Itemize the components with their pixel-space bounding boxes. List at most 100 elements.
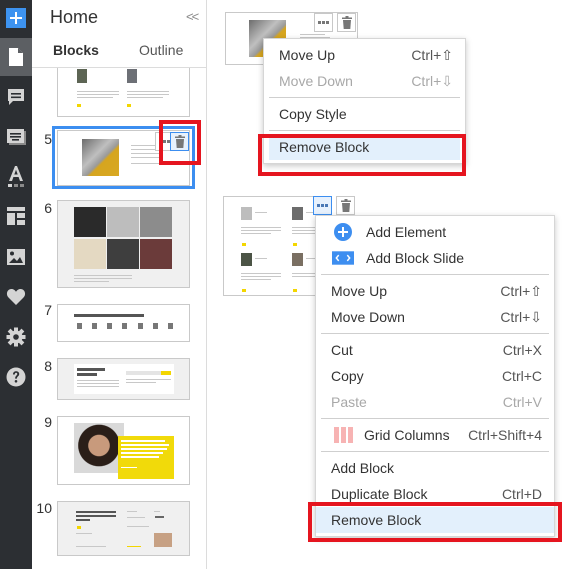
subscribe-button <box>161 371 171 375</box>
layout-icon <box>7 207 25 225</box>
menu-divider <box>321 451 549 452</box>
block-delete-button[interactable] <box>170 132 189 151</box>
team-photo <box>127 69 137 83</box>
block-thumbnail-team[interactable] <box>57 68 190 117</box>
menu-item-move-down[interactable]: Move Down Ctrl+⇩ <box>316 304 554 330</box>
menu-divider <box>269 97 460 98</box>
typography-icon <box>8 166 24 187</box>
block-number: 8 <box>44 358 52 374</box>
menu-item-duplicate-block[interactable]: Duplicate Block Ctrl+D <box>316 481 554 507</box>
shortcut: Ctrl+X <box>502 342 542 358</box>
gallery-image <box>140 207 172 237</box>
help-button[interactable] <box>0 358 32 396</box>
editor-app: Home << Blocks Outline 5 6 7 8 9 10 Move… <box>0 0 576 569</box>
block-thumbnail-subscribe[interactable] <box>57 358 190 400</box>
block-thumbnail-gallery[interactable] <box>57 200 190 288</box>
quote-box <box>118 436 174 479</box>
block-thumbnail-footer[interactable] <box>57 501 190 556</box>
page-title: Home <box>50 7 99 27</box>
layout-button[interactable] <box>0 197 32 235</box>
gallery-image <box>140 239 172 269</box>
more-icon <box>159 140 170 143</box>
menu-divider <box>321 418 549 419</box>
comment-icon <box>8 89 24 105</box>
menu-item-move-up[interactable]: Move Up Ctrl+⇧ <box>264 42 465 68</box>
menu-item-remove-block[interactable]: Remove Block <box>316 507 554 533</box>
menu-item-move-up[interactable]: Move Up Ctrl+⇧ <box>316 278 554 304</box>
heart-icon <box>6 289 26 305</box>
shortcut: Ctrl+⇧ <box>411 46 453 63</box>
quote-photo <box>74 423 124 473</box>
trash-icon <box>340 199 351 212</box>
menu-item-copy[interactable]: Copy Ctrl+C <box>316 363 554 389</box>
block-more-button[interactable] <box>314 13 333 32</box>
text-blocks-button[interactable] <box>0 118 32 156</box>
images-button[interactable] <box>0 238 32 276</box>
shortcut: Ctrl+C <box>501 368 542 384</box>
trash-icon <box>174 135 185 148</box>
team-photo <box>241 207 252 220</box>
menu-item-copy-style[interactable]: Copy Style <box>264 101 465 127</box>
tab-outline[interactable]: Outline <box>139 42 183 58</box>
social-icons <box>155 516 164 518</box>
shortcut: Ctrl+D <box>501 486 542 502</box>
gallery-image <box>107 239 139 269</box>
shortcut: Ctrl+⇩ <box>500 308 542 325</box>
block-delete-button[interactable] <box>336 196 355 215</box>
block-thumbnail-quote[interactable] <box>57 416 190 485</box>
menu-item-grid-columns[interactable]: Grid Columns Ctrl+Shift+4 <box>316 422 554 448</box>
twitter-icon <box>293 289 297 292</box>
menu-item-add-block-slide[interactable]: Add Block Slide <box>316 245 554 271</box>
menu-divider <box>321 333 549 334</box>
menu-item-add-element[interactable]: Add Element <box>316 219 554 245</box>
more-icon <box>317 204 328 207</box>
gallery-image <box>74 207 106 237</box>
plus-icon <box>10 12 22 24</box>
menu-divider <box>321 274 549 275</box>
menu-item-cut[interactable]: Cut Ctrl+X <box>316 337 554 363</box>
page-icon <box>9 48 23 66</box>
menu-item-remove-block[interactable]: Remove Block <box>269 134 460 160</box>
gallery-image <box>107 207 139 237</box>
help-icon <box>6 367 26 387</box>
canvas-block-team[interactable] <box>223 196 323 296</box>
clients-heading <box>74 314 144 317</box>
menu-item-move-down: Move Down Ctrl+⇩ <box>279 72 453 90</box>
block-delete-button[interactable] <box>337 13 356 32</box>
shortcut: Ctrl+⇩ <box>411 72 453 89</box>
collapse-panel-button[interactable]: << <box>186 9 199 24</box>
comments-button[interactable] <box>0 78 32 116</box>
favorites-button[interactable] <box>0 278 32 316</box>
grid-columns-icon <box>333 426 355 444</box>
shortcut: Ctrl+⇧ <box>500 282 542 299</box>
block-number: 9 <box>44 414 52 430</box>
block-more-button-active[interactable] <box>313 196 332 215</box>
menu-item-add-block[interactable]: Add Block <box>316 455 554 481</box>
settings-button[interactable] <box>0 318 32 356</box>
tab-blocks[interactable]: Blocks <box>53 42 99 58</box>
text-block-icon <box>7 129 26 145</box>
slider-arrows-icon <box>332 249 354 267</box>
email-field <box>126 371 162 375</box>
image-icon <box>7 249 25 265</box>
block-context-menu: Add Element Add Block Slide Move Up Ctrl… <box>315 215 555 537</box>
block-context-menu-small: Move Up Ctrl+⇧ Move Down Ctrl+⇩ Copy Sty… <box>263 38 466 164</box>
pages-button[interactable] <box>0 38 32 76</box>
footer-photo <box>154 533 172 547</box>
team-photo <box>292 207 303 220</box>
add-button[interactable] <box>6 8 26 28</box>
shortcut: Ctrl+Shift+4 <box>468 427 542 443</box>
menu-divider <box>269 130 460 131</box>
block-number: 7 <box>44 302 52 318</box>
team-photo <box>77 69 87 83</box>
block-thumbnail-clients[interactable] <box>57 304 190 342</box>
typography-button[interactable] <box>0 158 32 196</box>
twitter-icon <box>293 243 297 246</box>
twitter-icon <box>242 289 246 292</box>
subscribe-heading <box>77 368 105 371</box>
twitter-icon <box>127 104 131 107</box>
twitter-icon <box>77 104 81 107</box>
gear-icon <box>6 327 26 347</box>
trash-icon <box>341 16 352 29</box>
more-icon <box>318 21 329 24</box>
